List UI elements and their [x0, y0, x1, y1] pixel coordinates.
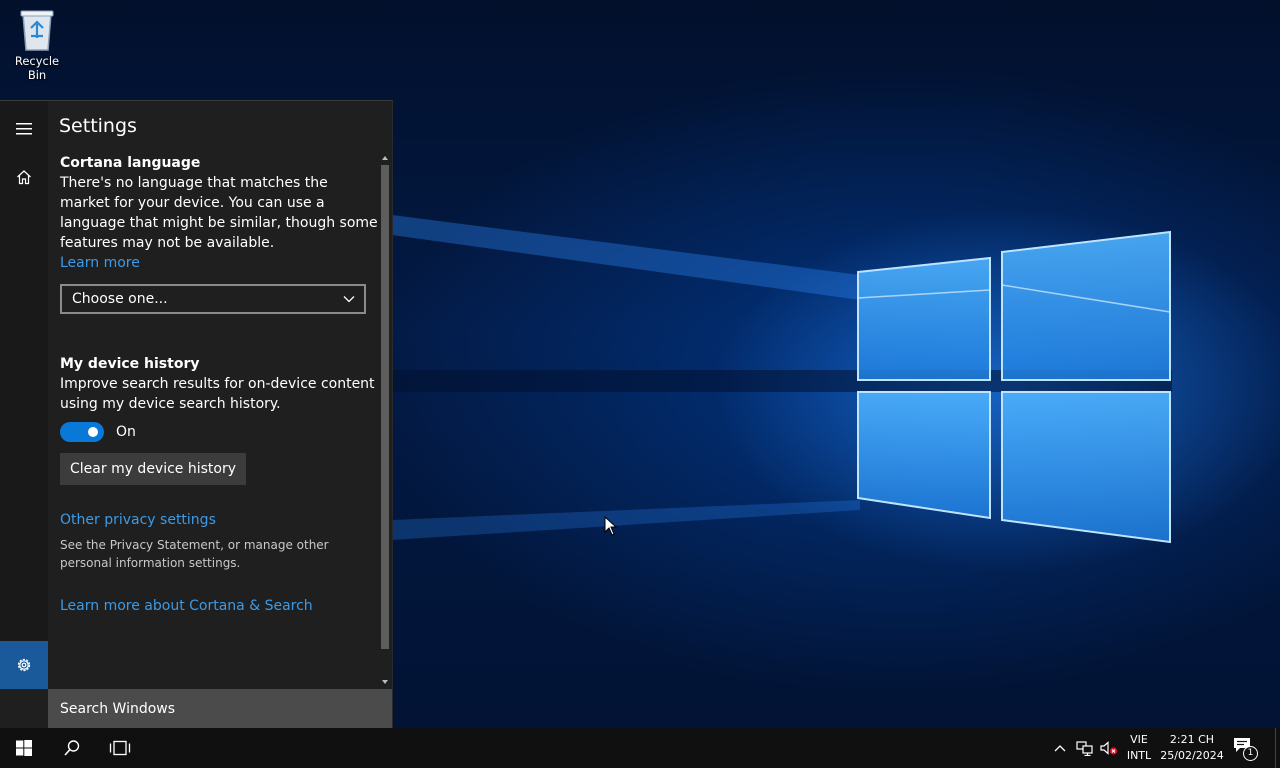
show-hidden-icons-button[interactable] — [1050, 738, 1070, 758]
toggle-state-label: On — [116, 424, 136, 440]
start-button[interactable] — [0, 728, 48, 768]
device-history-description: Improve search results for on-device con… — [60, 376, 375, 412]
hamburger-menu-button[interactable] — [0, 105, 48, 153]
search-placeholder: Search Windows — [60, 701, 176, 717]
language-dropdown[interactable]: Choose one... — [60, 284, 366, 314]
volume-tray-button[interactable] — [1099, 738, 1119, 758]
task-view-button[interactable] — [96, 728, 144, 768]
taskbar: VIE INTL 2:21 CH 25/02/2024 1 — [0, 728, 1280, 768]
cortana-settings-panel: Settings Cortana language There's no lan… — [0, 100, 393, 729]
page-title: Settings — [59, 115, 137, 137]
mouse-cursor-icon — [604, 516, 618, 536]
scroll-down-icon[interactable] — [380, 677, 390, 687]
taskbar-search-button[interactable] — [48, 728, 96, 768]
show-desktop-button[interactable] — [1275, 728, 1276, 768]
settings-content: Cortana language There's no language tha… — [60, 153, 380, 683]
ime-language: VIE — [1130, 733, 1148, 746]
hamburger-menu-icon — [16, 123, 32, 135]
other-privacy-settings-link[interactable]: Other privacy settings — [60, 510, 216, 530]
search-input[interactable]: Search Windows — [48, 689, 392, 729]
settings-button[interactable] — [0, 641, 48, 689]
ime-layout: INTL — [1126, 749, 1152, 762]
search-icon — [64, 740, 80, 756]
device-history-section: My device history Improve search results… — [60, 354, 380, 414]
clear-device-history-button[interactable]: Clear my device history — [60, 453, 247, 485]
device-history-toggle[interactable] — [60, 422, 104, 442]
notification-count-badge: 1 — [1243, 746, 1258, 761]
scroll-thumb[interactable] — [381, 165, 389, 649]
home-icon — [17, 170, 31, 185]
recycle-bin-shortcut[interactable]: Recycle Bin — [4, 6, 70, 82]
action-center-button[interactable]: 1 — [1232, 736, 1260, 761]
language-dropdown-value: Choose one... — [72, 291, 168, 307]
chevron-down-icon — [343, 296, 355, 303]
network-icon — [1076, 741, 1093, 756]
clock-time: 2:21 CH — [1169, 733, 1215, 746]
home-button[interactable] — [0, 153, 48, 201]
privacy-note: See the Privacy Statement, or manage oth… — [60, 538, 329, 570]
scroll-up-icon[interactable] — [380, 153, 390, 163]
volume-muted-icon — [1100, 741, 1118, 755]
device-history-heading: My device history — [60, 356, 200, 372]
network-tray-button[interactable] — [1075, 738, 1095, 758]
toggle-knob — [88, 427, 98, 437]
cortana-language-description: There's no language that matches the mar… — [60, 175, 378, 251]
windows-logo-icon — [16, 740, 32, 756]
learn-more-link[interactable]: Learn more — [60, 253, 380, 273]
recycle-bin-icon — [20, 10, 54, 51]
scrollbar[interactable] — [380, 153, 390, 689]
learn-more-cortana-link[interactable]: Learn more about Cortana & Search — [60, 596, 313, 616]
gear-icon — [17, 658, 31, 672]
device-history-toggle-row: On — [60, 422, 136, 442]
clock-date: 25/02/2024 — [1160, 749, 1224, 762]
cortana-language-heading: Cortana language — [60, 155, 201, 171]
cortana-language-section: Cortana language There's no language tha… — [60, 153, 380, 273]
left-rail — [0, 101, 48, 689]
recycle-bin-label: Recycle Bin — [14, 54, 60, 82]
task-view-icon — [109, 740, 131, 756]
tray-chevron-up-icon — [1054, 745, 1066, 752]
input-language-indicator[interactable]: VIE INTL — [1124, 732, 1154, 764]
clock[interactable]: 2:21 CH 25/02/2024 — [1160, 732, 1224, 764]
